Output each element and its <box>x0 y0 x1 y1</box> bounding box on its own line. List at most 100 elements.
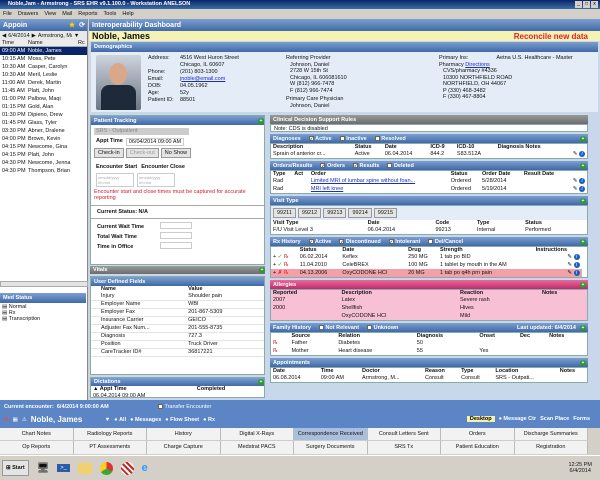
drawer-tab[interactable]: Correspondence Received <box>294 428 368 440</box>
edit-icon[interactable]: ✎ <box>567 254 572 260</box>
powershell-icon[interactable]: >_ <box>57 464 70 472</box>
table-row[interactable]: 06.08.2014 09:00 AM Armstrong, M... Consult… <box>271 374 587 382</box>
appointment-row[interactable]: 01:15 PM Gold, Alan <box>0 103 87 111</box>
folder-icon[interactable] <box>77 462 92 474</box>
checkbox[interactable]: ✓ <box>308 135 314 141</box>
add-icon[interactable]: + <box>258 117 264 124</box>
filter-flow-sheet[interactable]: ● Flow Sheet <box>165 417 199 423</box>
checkbox[interactable]: ✓ <box>308 238 314 244</box>
drawer-tab[interactable]: Op Reports <box>0 441 74 454</box>
filter-results[interactable]: ✓ Results <box>353 163 379 169</box>
visit-code-button[interactable]: 99214 <box>348 208 372 218</box>
menu-mail[interactable]: Mail <box>62 9 72 19</box>
drawer-tab[interactable]: Radiology Reports <box>73 428 147 440</box>
provider-select[interactable]: Armstrong, Mac <box>38 33 72 39</box>
star-icon[interactable]: ★ <box>69 21 75 29</box>
horizontal-scrollbar[interactable] <box>0 281 88 287</box>
checkbox[interactable] <box>428 238 434 244</box>
col-name[interactable]: Name <box>28 40 78 46</box>
table-row[interactable]: Position Truck Driver <box>91 340 264 348</box>
filter-resolved[interactable]: Resolved <box>374 135 406 142</box>
appointment-row[interactable]: 03:30 PM Abner, Dralene <box>0 127 87 135</box>
appointment-row[interactable]: 11:45 AM Platt, John <box>0 87 87 95</box>
encounter-patient[interactable]: Noble, James <box>31 415 101 424</box>
chevron-down-icon[interactable]: ▼ <box>105 417 110 423</box>
appointment-row[interactable]: 01:45 PM Glass, Tyler <box>0 119 87 127</box>
table-row[interactable]: + ✓ ℞ 06.02.2014 Keflex 250 MG 1 tab po BID ✎… <box>271 253 587 261</box>
table-row[interactable]: + ✗ ℞ 04.13.2006 OxyCODONE HCl 20 MG 1 tab p… <box>271 269 587 277</box>
checkbox[interactable] <box>318 324 324 330</box>
column-header[interactable]: Notes <box>547 333 587 339</box>
filter-active[interactable]: ✓ Active <box>308 238 331 245</box>
add-dictation-icon[interactable]: + <box>258 379 264 385</box>
filter-not-relevant[interactable]: Not Relevant <box>318 324 359 331</box>
visit-code-button[interactable]: 99215 <box>373 208 398 218</box>
table-row[interactable]: Diagnosis 727.3 <box>91 332 264 340</box>
chevron-down-icon[interactable]: ▼ <box>74 33 79 39</box>
drawer-tab[interactable]: Medstrat PACS <box>220 441 294 454</box>
cell[interactable]: MRI left knee <box>309 185 449 193</box>
filter-del-cancel[interactable]: Del/Cancel <box>428 239 463 245</box>
info-icon[interactable]: i <box>573 254 580 260</box>
appointment-row[interactable]: 10:30 AM Casper, Carolyn <box>0 63 87 71</box>
add-icon[interactable]: + <box>580 281 586 288</box>
checkbox[interactable] <box>367 324 373 330</box>
filter-deleted[interactable]: Deleted <box>387 162 414 169</box>
table-row[interactable]: ℞ Father Diabetes 50 <box>271 339 587 347</box>
check-in-button[interactable]: Check-in <box>94 148 124 158</box>
filter-inactive[interactable]: Inactive <box>339 135 367 142</box>
checkbox[interactable] <box>374 135 380 141</box>
appointment-row[interactable]: 09:00 AM Noble, James <box>0 47 87 55</box>
menu-help[interactable]: Help <box>122 9 133 19</box>
info-icon[interactable]: i <box>573 270 580 276</box>
table-row[interactable]: F/U Visit Level 3 06.04.2014 99213 Internal… <box>271 226 587 234</box>
menu-reports[interactable]: Reports <box>78 9 97 19</box>
drawer-tab[interactable]: Digital X-Rays <box>220 428 294 440</box>
drawer-tab[interactable]: PT Assessments <box>73 441 147 454</box>
forms-link[interactable]: Forms <box>573 416 590 422</box>
menu-tools[interactable]: Tools <box>104 9 117 19</box>
add-icon[interactable]: + <box>580 197 586 204</box>
info-icon[interactable]: i <box>573 262 580 268</box>
table-row[interactable]: OxyCODONE HCl Mild <box>271 312 587 320</box>
internet-explorer-icon[interactable]: e <box>142 462 148 474</box>
alert-icon[interactable]: ✚ <box>4 417 9 423</box>
appointment-row[interactable]: 04:30 PM Newcome, Jenna <box>0 159 87 167</box>
appointment-row[interactable]: 01:30 PM Dipieno, Drew <box>0 111 87 119</box>
drawer-tab[interactable]: Registration <box>514 441 588 454</box>
table-row[interactable]: Employer Name WBI <box>91 300 264 308</box>
filter-all[interactable]: ● All <box>114 417 126 423</box>
visit-code-button[interactable]: 99212 <box>297 208 322 218</box>
edit-icon[interactable]: ✎ <box>573 186 578 192</box>
checkbox[interactable] <box>339 135 345 141</box>
status-icons[interactable]: + ✓ ℞ <box>271 261 298 269</box>
filter-messages[interactable]: ● Messages <box>130 417 161 423</box>
appt-time-value[interactable]: 06/04/2014 09:00 AM <box>125 138 185 146</box>
next-date-icon[interactable]: ▶ <box>32 33 36 39</box>
menu-file[interactable]: File <box>3 9 12 19</box>
table-row[interactable]: Injury Shoulder pain <box>91 292 264 300</box>
drawer-tab[interactable]: Orders <box>441 428 515 440</box>
table-row[interactable]: Insurance Carrier GEICO <box>91 316 264 324</box>
table-row[interactable]: + ✓ ℞ 11.04.2010 CeleBREX 100 MG 1 tablet by… <box>271 261 587 269</box>
prev-date-icon[interactable]: ◀ <box>2 33 6 39</box>
scan-place-link[interactable]: Scan Place <box>540 416 569 422</box>
add-vitals-icon[interactable]: + <box>259 267 265 273</box>
warning-icon[interactable]: ⚠ <box>22 417 27 423</box>
add-icon[interactable]: + <box>580 162 586 169</box>
no-show-button[interactable]: No Show <box>160 148 192 158</box>
edit-icon[interactable]: ✎ <box>567 270 572 276</box>
filter-intolerant[interactable]: ✓ Intolerant <box>388 238 420 245</box>
checkbox[interactable]: ✓ <box>320 162 326 168</box>
message-ctr-link[interactable]: ● Message Ctr <box>499 416 537 422</box>
col-r[interactable]: Rc <box>78 40 85 46</box>
checkbox[interactable]: ✓ <box>388 238 394 244</box>
checkbox[interactable] <box>387 162 393 168</box>
appointment-row[interactable]: 01:00 PM Palbow, Maqi <box>0 95 87 103</box>
edit-icon[interactable]: ✎ <box>567 262 572 268</box>
status-icons[interactable]: + ✓ ℞ <box>271 253 298 261</box>
field-value[interactable]: jnoble@email.com <box>178 75 256 82</box>
drawer-tab[interactable]: Consult Letters Sent <box>367 428 441 440</box>
visit-code-button[interactable]: 99211 <box>273 208 296 218</box>
add-icon[interactable]: + <box>580 238 586 245</box>
